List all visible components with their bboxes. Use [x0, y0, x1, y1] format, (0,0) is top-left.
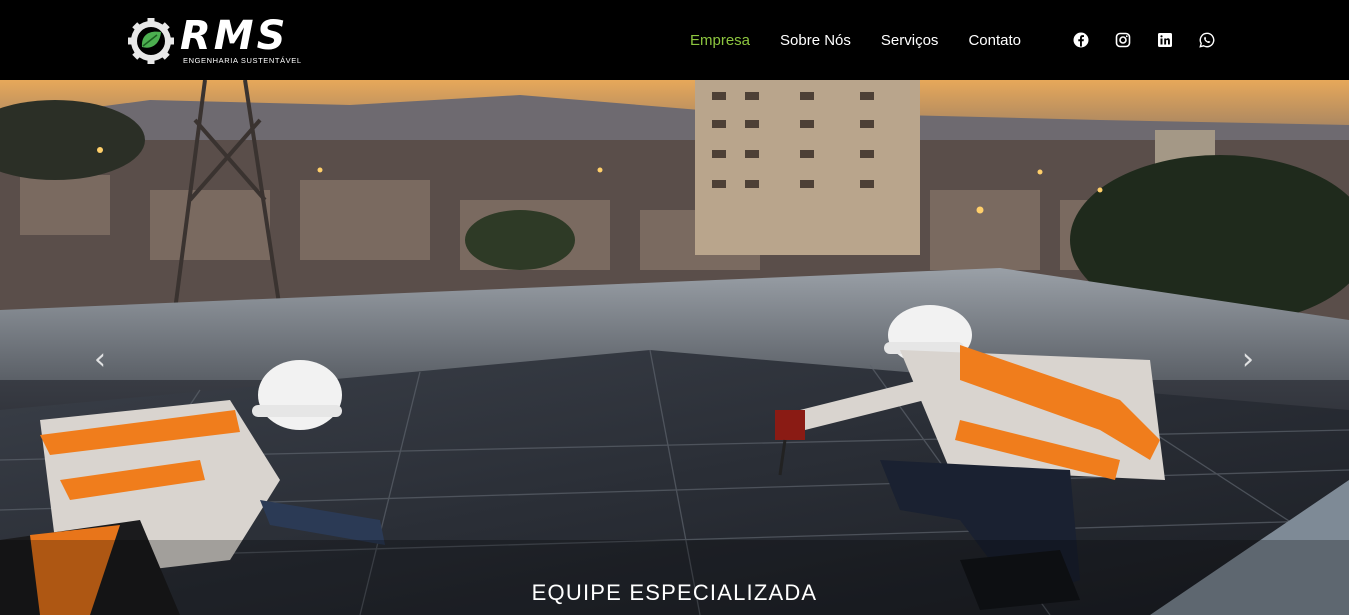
brand-name: RMS — [180, 13, 289, 59]
gear-leaf-icon — [128, 18, 174, 64]
social-links — [1073, 32, 1241, 48]
nav-item-sobre-nos[interactable]: Sobre Nós — [780, 32, 851, 49]
nav-item-servicos[interactable]: Serviços — [881, 32, 939, 49]
facebook-icon[interactable] — [1073, 32, 1089, 48]
linkedin-icon[interactable] — [1157, 32, 1173, 48]
slider-next-button[interactable]: › — [1236, 342, 1260, 378]
nav-item-empresa[interactable]: Empresa — [690, 32, 750, 49]
brand-tagline: ENGENHARIA SUSTENTÁVEL — [183, 56, 302, 65]
main-nav: Empresa Sobre Nós Serviços Contato — [690, 0, 1051, 80]
hero-image — [0, 80, 1349, 615]
slide-caption: EQUIPE ESPECIALIZADA — [531, 580, 818, 605]
site-header: RMS ENGENHARIA SUSTENTÁVEL Empresa Sobre… — [0, 0, 1349, 80]
slider-prev-button[interactable]: ‹ — [88, 342, 112, 378]
nav-item-contato[interactable]: Contato — [968, 32, 1021, 49]
whatsapp-icon[interactable] — [1199, 32, 1215, 48]
instagram-icon[interactable] — [1115, 32, 1131, 48]
brand-logo[interactable]: RMS ENGENHARIA SUSTENTÁVEL — [128, 14, 308, 68]
hero-slider: ‹ › EQUIPE ESPECIALIZADA — [0, 80, 1349, 615]
